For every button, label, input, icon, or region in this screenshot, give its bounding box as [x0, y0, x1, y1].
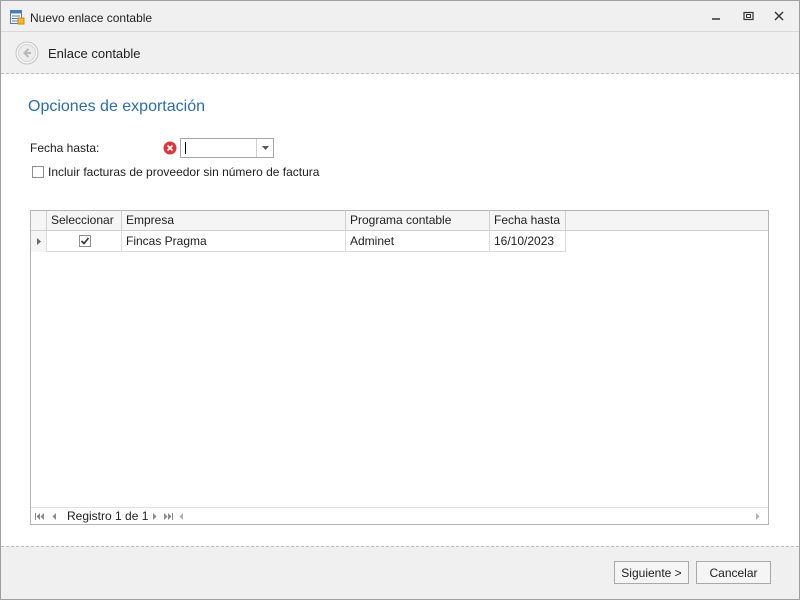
row-select-checkbox[interactable]: [79, 235, 91, 247]
include-facturas-label: Incluir facturas de proveedor sin número…: [48, 165, 320, 179]
checkbox-box[interactable]: [32, 166, 44, 178]
column-header-empresa[interactable]: Empresa: [122, 211, 346, 231]
empresas-grid: Seleccionar Empresa Programa contable Fe…: [30, 210, 769, 525]
close-button[interactable]: [769, 7, 789, 25]
column-header-seleccionar[interactable]: Seleccionar: [47, 211, 122, 231]
last-record-button[interactable]: [162, 510, 174, 523]
column-header-fecha[interactable]: Fecha hasta: [490, 211, 566, 231]
close-icon: [774, 11, 784, 21]
dialog-window: Nuevo enlace contable Enlace contable Op…: [0, 0, 800, 600]
cell-fecha[interactable]: 16/10/2023: [490, 231, 566, 252]
grid-navigator: Registro 1 de 1: [31, 507, 768, 524]
record-counter: Registro 1 de 1: [67, 509, 149, 523]
table-row[interactable]: Fincas Pragma Adminet 16/10/2023: [31, 231, 566, 252]
document-table-icon: [9, 9, 25, 25]
grid-header: Seleccionar Empresa Programa contable Fe…: [31, 211, 768, 231]
restore-icon: [742, 11, 754, 21]
last-icon: [164, 513, 173, 520]
fecha-hasta-input[interactable]: [180, 138, 274, 158]
text-caret: [185, 142, 186, 154]
minimize-button[interactable]: [706, 7, 726, 25]
scroll-right-button[interactable]: [755, 510, 760, 523]
back-button[interactable]: [15, 41, 39, 65]
wizard-footer: Siguiente > Cancelar: [1, 546, 799, 599]
title-bar: Nuevo enlace contable: [1, 1, 799, 31]
checkmark-icon: [80, 237, 90, 245]
header-title: Enlace contable: [48, 46, 141, 61]
next-button[interactable]: Siguiente >: [614, 561, 689, 584]
scroll-left-icon: [179, 513, 183, 520]
back-arrow-icon: [15, 41, 39, 65]
column-header-programa[interactable]: Programa contable: [346, 211, 490, 231]
error-icon: [163, 141, 177, 155]
first-icon: [35, 513, 44, 520]
minimize-icon: [712, 18, 720, 20]
cell-programa[interactable]: Adminet: [346, 231, 490, 252]
row-pointer-icon: [36, 238, 41, 245]
prev-record-button[interactable]: [49, 510, 59, 523]
window-title: Nuevo enlace contable: [30, 11, 153, 25]
next-icon: [152, 513, 156, 520]
cancel-button[interactable]: Cancelar: [696, 561, 771, 584]
next-record-button[interactable]: [149, 510, 159, 523]
dropdown-button[interactable]: [256, 139, 273, 157]
prev-icon: [52, 513, 56, 520]
include-facturas-checkbox[interactable]: Incluir facturas de proveedor sin número…: [32, 165, 319, 179]
maximize-button[interactable]: [738, 7, 758, 25]
first-record-button[interactable]: [34, 510, 46, 523]
scroll-left-button[interactable]: [179, 510, 184, 523]
indicator-header: [31, 211, 47, 231]
cell-empresa[interactable]: Fincas Pragma: [122, 231, 346, 252]
chevron-down-icon: [261, 146, 269, 150]
fecha-hasta-label: Fecha hasta:: [30, 141, 100, 155]
wizard-header: Enlace contable: [1, 31, 799, 74]
cell-seleccionar[interactable]: [47, 231, 122, 252]
section-title: Opciones de exportación: [28, 98, 205, 115]
row-indicator: [31, 231, 47, 252]
scroll-right-icon: [756, 513, 760, 520]
